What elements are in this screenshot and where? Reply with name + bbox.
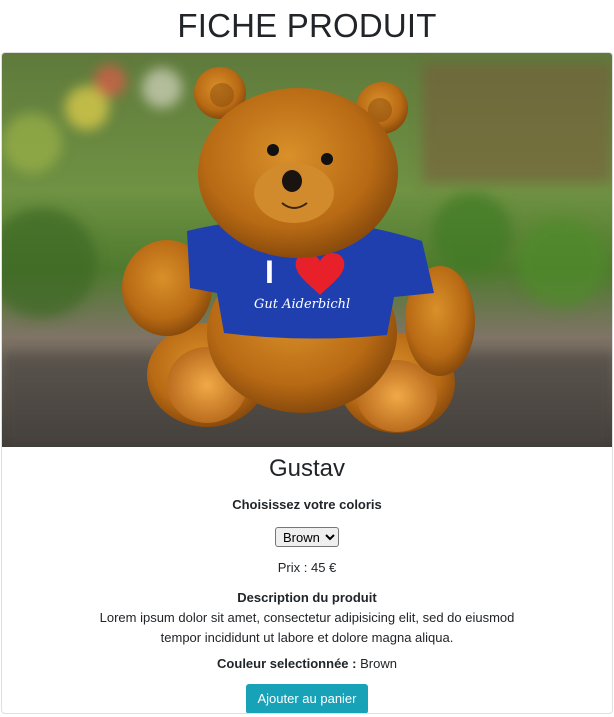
add-to-cart-button[interactable]: Ajouter au panier [246, 684, 368, 713]
page-title: FICHE PRODUIT [177, 7, 437, 44]
product-image: I Gut Aiderbichl [2, 53, 612, 447]
color-select[interactable]: Brown [275, 527, 339, 547]
product-card: I Gut Aiderbichl Gustav Choisissez votre… [1, 52, 613, 714]
price-text: Prix : 45 € [277, 560, 337, 575]
selected-color-value: Brown [360, 656, 397, 671]
product-name: Gustav [268, 455, 346, 482]
description-text: Lorem ipsum dolor sit amet, consectetur … [99, 610, 515, 645]
color-prompt-label: Choisissez votre coloris [232, 497, 382, 512]
selected-color: Couleur selectionnée : Brown [2, 656, 612, 672]
shirt-text: Gut Aiderbichl [254, 297, 350, 312]
description-title: Description du produit [237, 590, 377, 605]
selected-color-label: Couleur selectionnée : [217, 656, 357, 671]
svg-text:I: I [265, 254, 274, 290]
